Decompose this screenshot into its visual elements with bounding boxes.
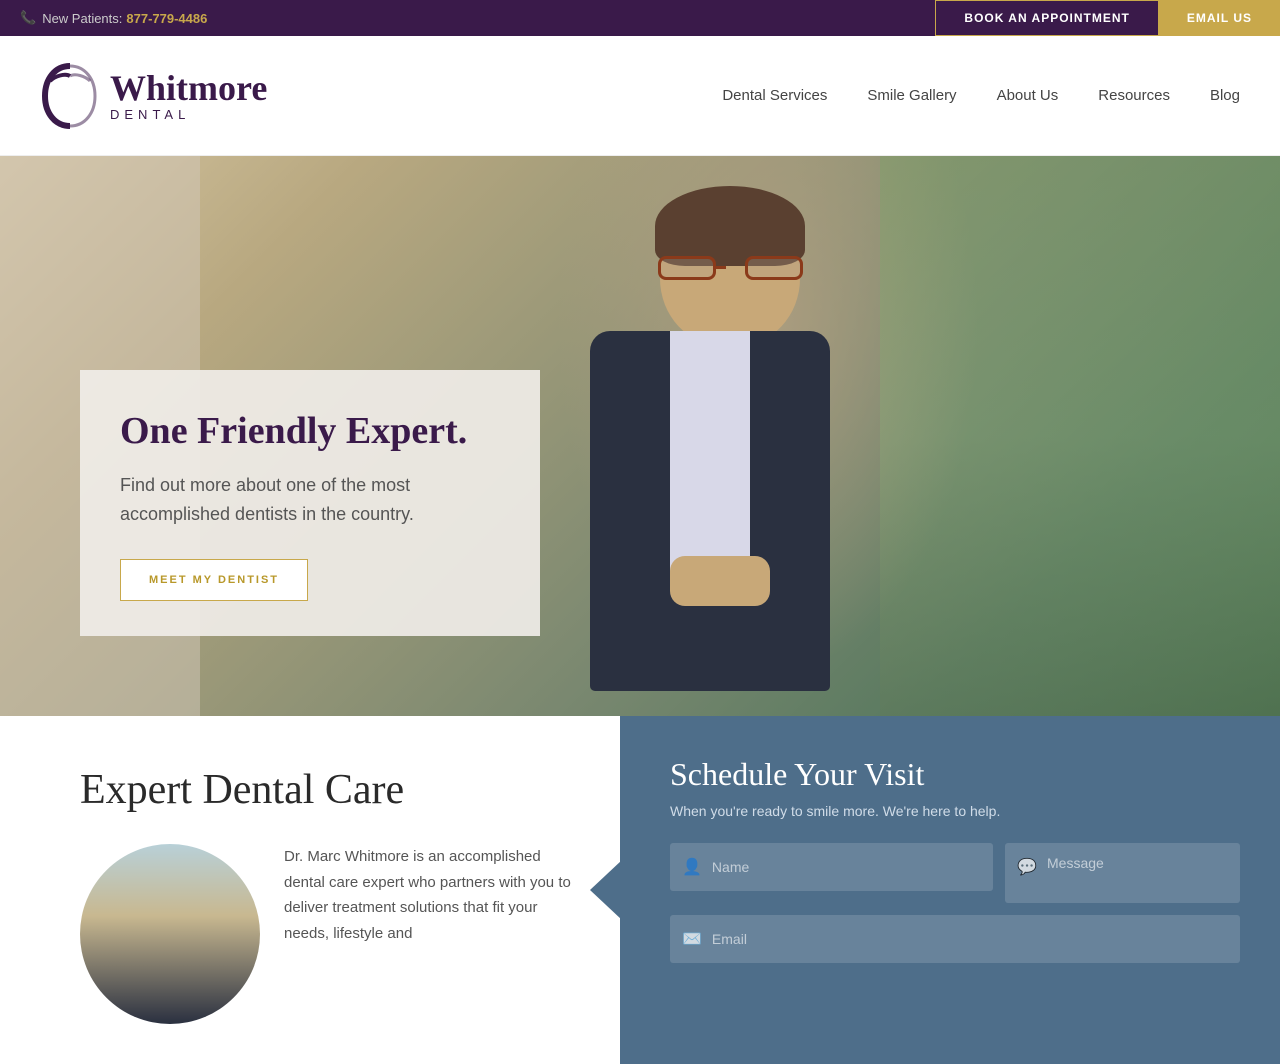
phone-number: 877-779-4486 <box>126 11 207 26</box>
nav-about-us[interactable]: About Us <box>997 87 1059 104</box>
logo-subname: DENTAL <box>110 108 267 122</box>
figure-shirt <box>670 331 750 581</box>
name-input[interactable] <box>712 859 981 875</box>
hero-person-image <box>490 156 990 716</box>
book-appointment-button[interactable]: BOOK AN APPOINTMENT <box>935 0 1158 36</box>
form-name-row: 👤 💬 <box>670 843 1240 903</box>
email-input[interactable] <box>712 931 1228 947</box>
hero-section: One Friendly Expert. Find out more about… <box>0 156 1280 716</box>
figure-hair <box>655 186 805 266</box>
lower-section: Expert Dental Care Dr. Marc Whitmore is … <box>0 716 1280 1064</box>
message-icon: 💬 <box>1017 857 1037 877</box>
top-bar-actions: BOOK AN APPOINTMENT EMAIL US <box>935 0 1280 36</box>
nav-smile-gallery[interactable]: Smile Gallery <box>867 87 956 104</box>
expert-section: Expert Dental Care Dr. Marc Whitmore is … <box>0 716 620 1064</box>
email-icon: ✉️ <box>682 929 702 949</box>
schedule-subtext: When you're ready to smile more. We're h… <box>670 803 1240 819</box>
nav-resources[interactable]: Resources <box>1098 87 1170 104</box>
message-input[interactable] <box>1047 855 1228 871</box>
hero-cta-button[interactable]: MEET MY DENTIST <box>120 559 308 601</box>
logo-icon <box>40 61 100 131</box>
doctor-bio: Dr. Marc Whitmore is an accomplished den… <box>284 844 580 946</box>
expert-heading: Expert Dental Care <box>80 766 580 814</box>
phone-info: 📞 New Patients: 877-779-4486 <box>0 10 207 26</box>
schedule-heading: Schedule Your Visit <box>670 756 1240 793</box>
hero-card: One Friendly Expert. Find out more about… <box>80 370 540 636</box>
name-input-wrap: 👤 <box>670 843 993 891</box>
logo-name: Whitmore <box>110 69 267 109</box>
schedule-panel: Schedule Your Visit When you're ready to… <box>620 716 1280 1064</box>
email-row: ✉️ <box>670 915 1240 963</box>
nav-dental-services[interactable]: Dental Services <box>722 87 827 104</box>
phone-label: New Patients: <box>42 11 122 26</box>
figure-hands <box>670 556 770 606</box>
email-input-wrap: ✉️ <box>670 915 1240 963</box>
figure-glasses <box>658 256 803 284</box>
doctor-info: Dr. Marc Whitmore is an accomplished den… <box>80 844 580 1024</box>
logo-text: Whitmore DENTAL <box>110 69 267 123</box>
nav-blog[interactable]: Blog <box>1210 87 1240 104</box>
message-input-wrap: 💬 <box>1005 843 1240 903</box>
person-icon: 👤 <box>682 857 702 877</box>
doctor-avatar <box>80 844 260 1024</box>
phone-icon: 📞 <box>20 10 36 26</box>
logo[interactable]: Whitmore DENTAL <box>40 61 267 131</box>
hero-subtext: Find out more about one of the most acco… <box>120 471 500 529</box>
avatar-bg <box>80 844 260 1024</box>
doctor-figure <box>540 176 920 706</box>
nav-bar: Whitmore DENTAL Dental Services Smile Ga… <box>0 36 1280 156</box>
email-us-button[interactable]: EMAIL US <box>1159 0 1280 36</box>
nav-links: Dental Services Smile Gallery About Us R… <box>722 87 1240 104</box>
hero-heading: One Friendly Expert. <box>120 410 500 454</box>
top-bar: 📞 New Patients: 877-779-4486 BOOK AN APP… <box>0 0 1280 36</box>
